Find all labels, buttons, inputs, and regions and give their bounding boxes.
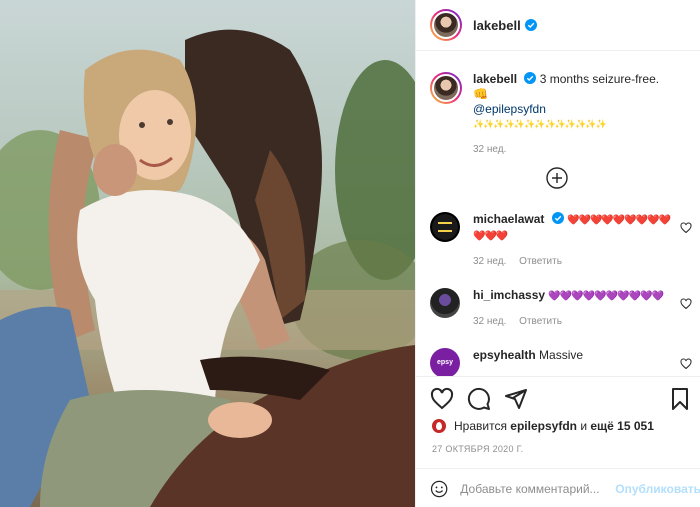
comments-list[interactable]: lakebell 3 months seizure-free. 👊 @epile… [416,52,700,376]
post-photo[interactable] [0,0,415,507]
like-comment-heart-icon[interactable] [680,358,692,370]
share-send-icon[interactable] [504,387,528,411]
load-more-comments-icon[interactable] [545,166,569,190]
post-actions: Нравится epilepsyfdn и ещё 15 051 27 ОКТ… [416,376,700,507]
like-comment-heart-icon[interactable] [680,298,692,310]
reply-button[interactable]: Ответить [519,316,562,327]
likes-summary[interactable]: Нравится epilepsyfdn и ещё 15 051 [432,419,654,433]
likes-user[interactable]: epilepsyfdn [510,419,577,433]
commenter-username[interactable]: epsyhealth [473,348,536,362]
verified-badge-icon [524,19,537,31]
avatar-logo: epsy [437,359,453,366]
likes-middle: и [580,419,588,433]
publish-button[interactable]: Опубликовать [615,482,700,496]
photo-illustration [0,29,415,507]
avatar-logo [438,222,452,232]
likes-prefix: Нравится [454,419,507,433]
emoji-icon[interactable] [430,477,448,501]
comment-text: 💜💜💜💜💜💜💜💜💜💜 [548,291,664,302]
caption-avatar[interactable] [430,72,462,104]
likes-count[interactable]: ещё 15 051 [590,419,654,433]
commenter-avatar[interactable]: epsy [430,348,460,376]
commenter-username[interactable]: hi_imchassy [473,288,545,302]
caption: lakebell 3 months seizure-free. 👊 @epile… [430,72,692,157]
like-comment-heart-icon[interactable] [680,222,692,234]
caption-sparkles: ✨✨✨✨✨✨✨✨✨✨✨✨✨ [473,119,607,129]
comment-time[interactable]: 32 нед. [473,256,506,267]
comment-item: epsy epsyhealth Massive [430,348,692,376]
commenter-username[interactable]: michaelawat [473,212,544,226]
liker-avatar [432,419,446,433]
save-bookmark-icon[interactable] [668,387,692,411]
caption-mention-link[interactable]: @epilepsyfdn [473,102,673,117]
comment-text: Massive [539,348,584,362]
comment-item: hi_imchassy 💜💜💜💜💜💜💜💜💜💜 32 нед. Ответить [430,288,692,329]
verified-badge-icon [551,212,564,224]
author-avatar[interactable] [430,9,462,41]
add-comment-bar: Опубликовать [416,468,700,507]
post-sidebar: lakebell lakebell 3 months seizure-free.… [415,0,700,507]
comment-time[interactable]: 32 нед. [473,316,506,327]
author-username[interactable]: lakebell [473,18,521,33]
comment-input[interactable] [460,481,616,496]
reply-button[interactable]: Ответить [519,256,562,267]
like-heart-icon[interactable] [430,387,454,411]
commenter-avatar[interactable] [430,288,460,318]
post-date[interactable]: 27 ОКТЯБРЯ 2020 Г. [432,444,523,454]
comment-item: michaelawat ❤️❤️❤️❤️❤️❤️❤️❤️❤️❤️❤️❤️ 32 … [430,212,692,269]
verified-badge-icon [524,72,537,84]
commenter-avatar[interactable] [430,212,460,242]
caption-time[interactable]: 32 нед. [473,144,506,155]
comment-bubble-icon[interactable] [467,387,491,411]
caption-username[interactable]: lakebell [473,72,517,86]
post-header: lakebell [416,0,700,51]
